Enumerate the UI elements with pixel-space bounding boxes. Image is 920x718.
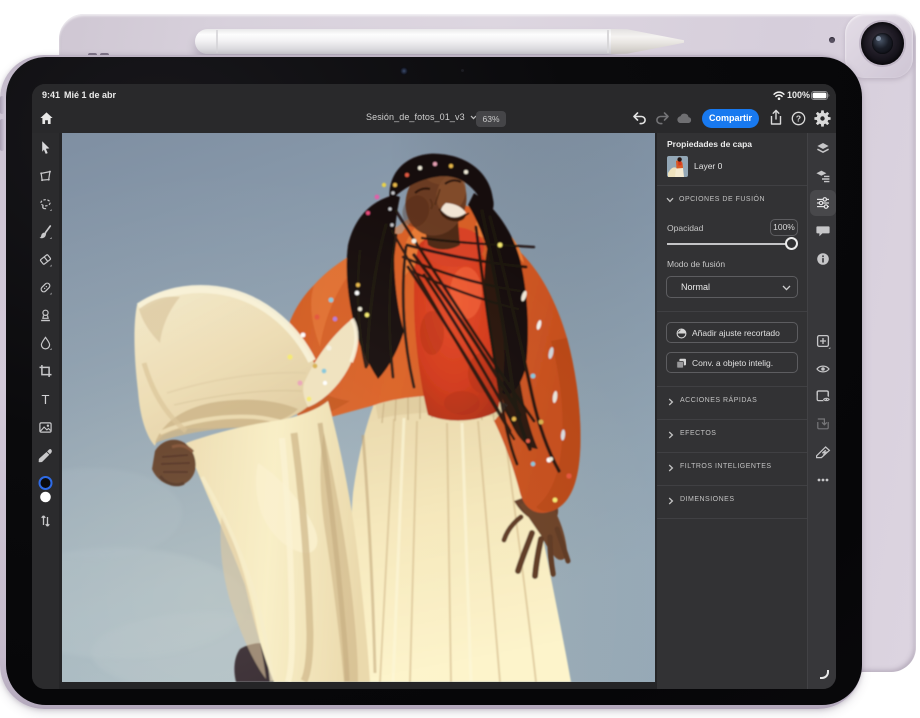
svg-text:?: ? xyxy=(796,114,801,124)
svg-text:T: T xyxy=(42,392,50,407)
